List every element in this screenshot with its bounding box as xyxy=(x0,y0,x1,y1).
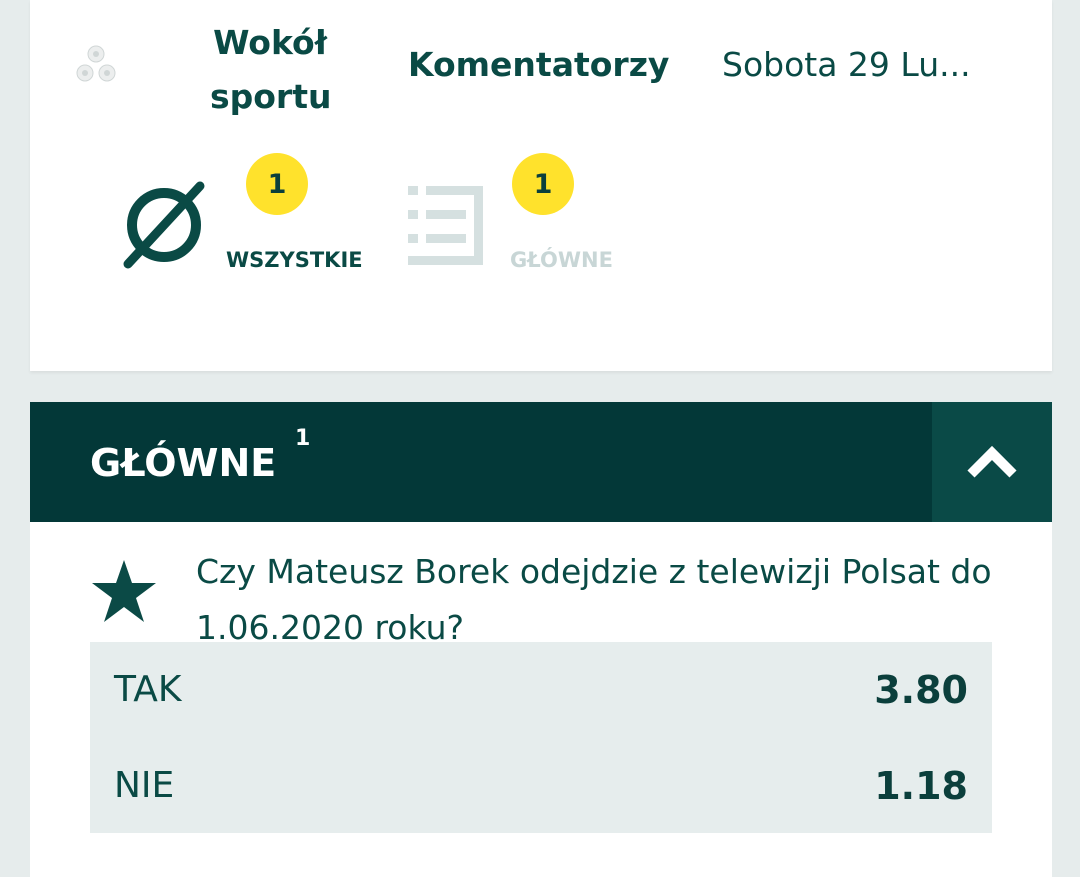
nav-item-komentatorzy[interactable]: Komentatorzy xyxy=(408,38,669,92)
section-count: 1 xyxy=(295,426,311,451)
count-badge-main: 1 xyxy=(512,153,574,215)
odds-list: TAK 3.80 NIE 1.18 xyxy=(90,642,992,833)
filter-label-main[interactable]: GŁÓWNE xyxy=(510,248,613,272)
section-title: GŁÓWNE xyxy=(90,441,277,485)
outcome-odds: 3.80 xyxy=(874,668,968,712)
odds-row-tak[interactable]: TAK 3.80 xyxy=(90,642,992,738)
nav-item-sobota[interactable]: Sobota 29 Lu... xyxy=(722,38,1022,92)
odds-row-nie[interactable]: NIE 1.18 xyxy=(90,738,992,834)
chevron-up-icon xyxy=(967,445,1017,478)
market-card: Czy Mateusz Borek odejdzie z telewizji P… xyxy=(30,522,1052,877)
nav-item-wokol-sportu[interactable]: Wokół sportu xyxy=(210,16,331,124)
outcome-label: TAK xyxy=(114,669,182,710)
market-question: Czy Mateusz Borek odejdzie z telewizji P… xyxy=(196,552,992,647)
outcome-label: NIE xyxy=(114,765,175,806)
category-nav: Wokół sportu Komentatorzy Sobota 29 Lu..… xyxy=(30,0,1052,140)
filter-label-all[interactable]: WSZYSTKIE xyxy=(226,248,363,272)
star-icon[interactable] xyxy=(90,558,158,624)
outcome-odds: 1.18 xyxy=(874,764,968,808)
list-icon[interactable] xyxy=(408,182,488,266)
collapse-button[interactable] xyxy=(932,402,1052,522)
navigation-card: Wokół sportu Komentatorzy Sobota 29 Lu..… xyxy=(30,0,1052,371)
no-filter-icon[interactable] xyxy=(120,180,208,270)
section-header[interactable]: GŁÓWNE 1 xyxy=(30,402,1052,522)
sports-balls-icon[interactable] xyxy=(74,44,118,84)
count-badge-all: 1 xyxy=(246,153,308,215)
